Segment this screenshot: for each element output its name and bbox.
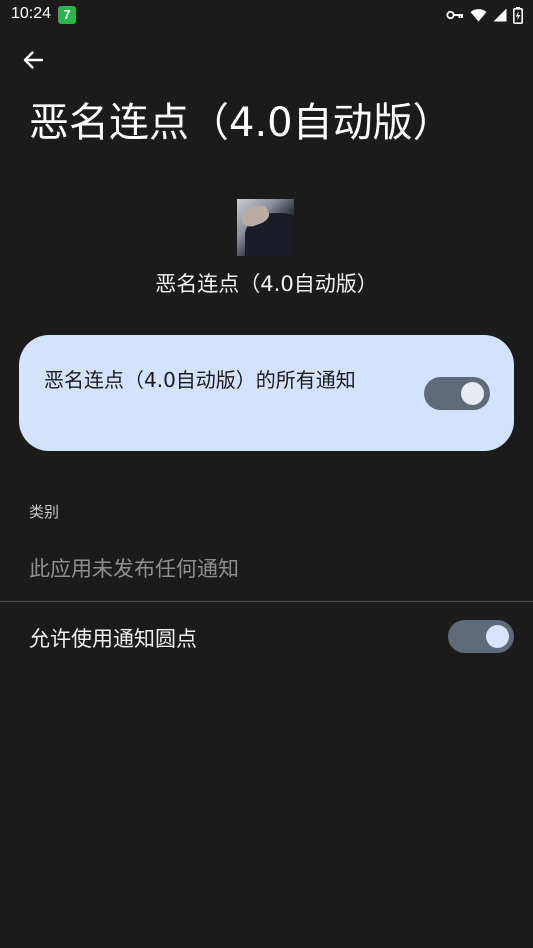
notification-dots-label: 允许使用通知圆点 xyxy=(29,627,197,651)
status-icons xyxy=(446,5,523,25)
categories-heading: 类别 xyxy=(29,503,60,521)
notification-dots-switch[interactable] xyxy=(448,620,514,653)
status-bar: 10:24 7 xyxy=(0,0,533,30)
app-name: 恶名连点（4.0自动版） xyxy=(155,272,378,296)
page-title: 恶名连点（4.0自动版） xyxy=(29,100,453,146)
status-time: 10:24 xyxy=(11,5,52,22)
switch-thumb xyxy=(461,382,484,405)
arrow-back-icon xyxy=(22,50,44,74)
all-notifications-switch[interactable] xyxy=(424,377,490,410)
notification-app-icon: 7 xyxy=(58,6,76,24)
vpn-key-icon xyxy=(446,9,464,21)
notification-dots-row[interactable]: 允许使用通知圆点 xyxy=(0,603,533,673)
back-button[interactable] xyxy=(14,44,52,80)
signal-icon xyxy=(493,8,507,22)
wifi-icon xyxy=(470,8,487,22)
no-categories-message: 此应用未发布任何通知 xyxy=(29,557,239,581)
app-icon xyxy=(237,199,294,256)
switch-thumb xyxy=(486,625,509,648)
all-notifications-label: 恶名连点（4.0自动版）的所有通知 xyxy=(44,368,356,392)
all-notifications-toggle-card[interactable]: 恶名连点（4.0自动版）的所有通知 xyxy=(19,335,514,451)
battery-icon xyxy=(513,6,523,24)
divider xyxy=(0,601,533,602)
